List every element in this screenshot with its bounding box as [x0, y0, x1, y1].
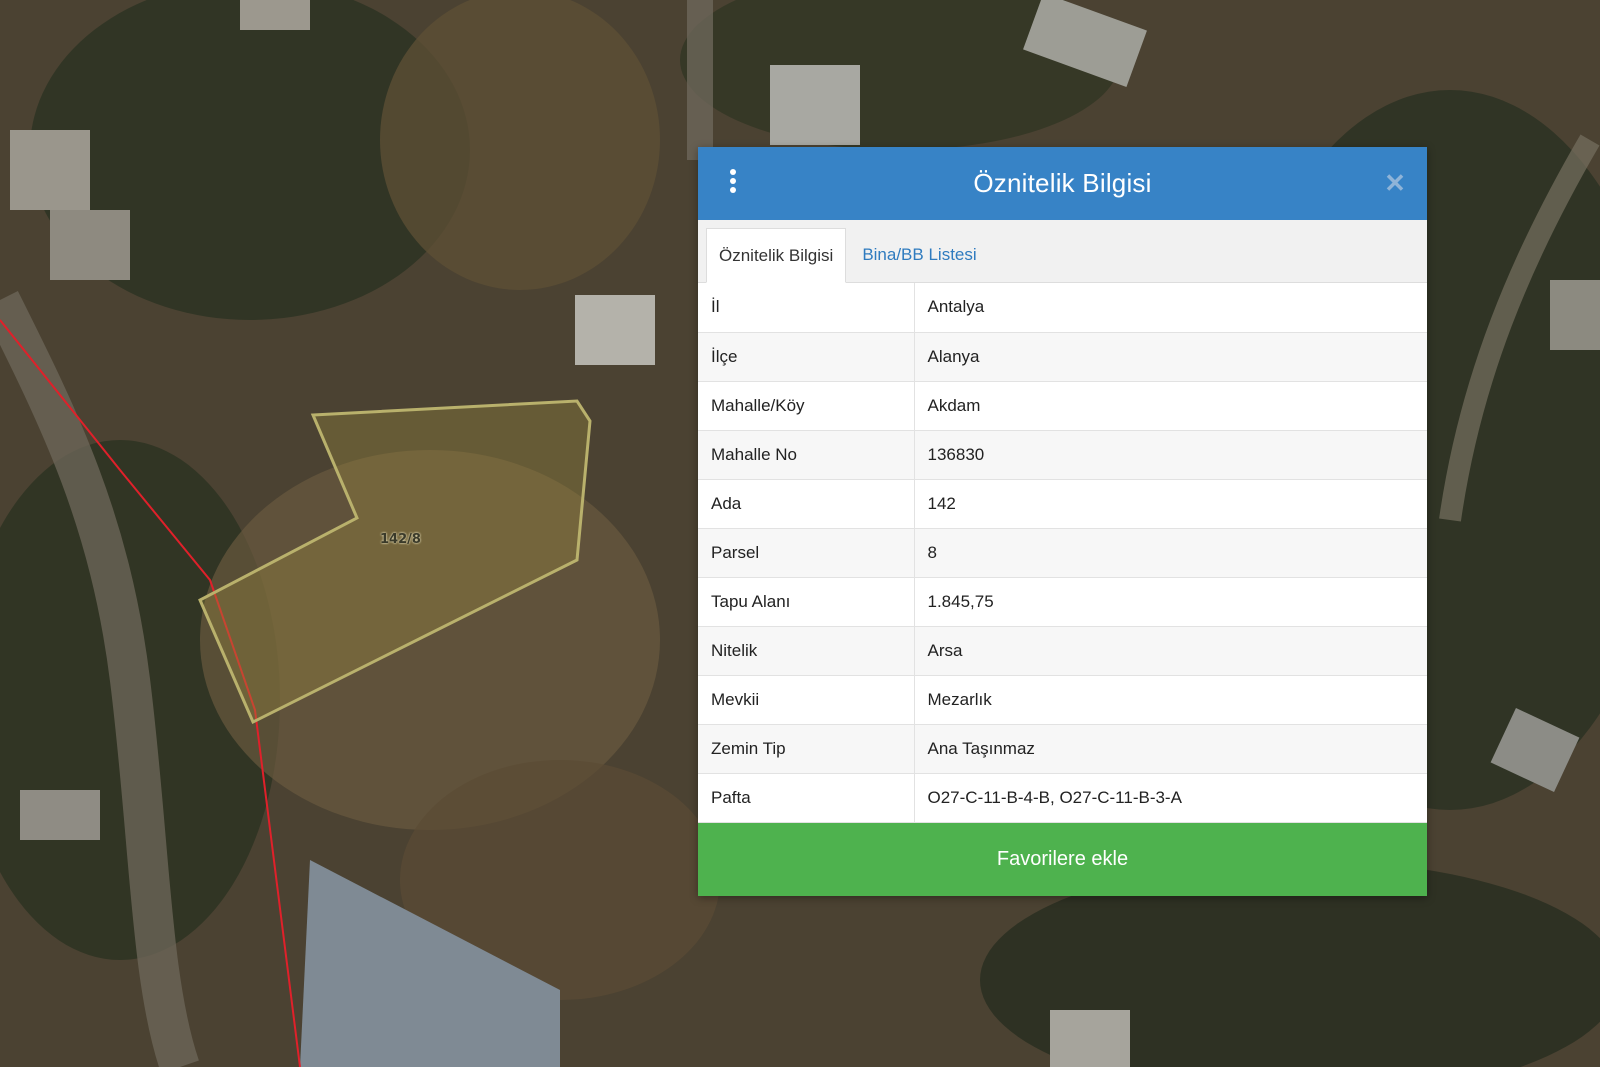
parcel-label: 142/8 — [380, 532, 421, 547]
attribute-info-panel: Öznitelik Bilgisi ✕ Öznitelik Bilgisi Bi… — [698, 147, 1427, 896]
row-key: Zemin Tip — [698, 724, 915, 774]
row-key: Pafta — [698, 773, 915, 823]
panel-title: Öznitelik Bilgisi — [973, 168, 1152, 198]
row-key: Nitelik — [698, 626, 915, 676]
row-key: İl — [698, 283, 915, 333]
row-value: Ana Taşınmaz — [914, 724, 1427, 774]
panel-header: Öznitelik Bilgisi ✕ — [698, 147, 1427, 220]
row-value: 142 — [914, 479, 1427, 529]
vertical-ellipsis-icon[interactable] — [728, 169, 738, 199]
attribute-table: İl Antalya İlçe Alanya Mahalle/Köy Akdam… — [698, 283, 1427, 823]
table-row: İlçe Alanya — [698, 332, 1427, 382]
table-row: Mahalle No 136830 — [698, 430, 1427, 480]
row-value: Alanya — [914, 332, 1427, 382]
table-row: Mevkii Mezarlık — [698, 675, 1427, 725]
row-value: Mezarlık — [914, 675, 1427, 725]
row-key: İlçe — [698, 332, 915, 382]
table-row: İl Antalya — [698, 283, 1427, 333]
row-value: 8 — [914, 528, 1427, 578]
row-value: 136830 — [914, 430, 1427, 480]
row-value: Antalya — [914, 283, 1427, 333]
row-value: Akdam — [914, 381, 1427, 431]
table-row: Nitelik Arsa — [698, 626, 1427, 676]
close-icon[interactable]: ✕ — [1381, 169, 1409, 197]
table-row: Tapu Alanı 1.845,75 — [698, 577, 1427, 627]
table-row: Pafta O27-C-11-B-4-B, O27-C-11-B-3-A — [698, 773, 1427, 823]
table-row: Zemin Tip Ana Taşınmaz — [698, 724, 1427, 774]
add-to-favorites-button[interactable]: Favorilere ekle — [698, 822, 1427, 896]
table-row: Ada 142 — [698, 479, 1427, 529]
row-value: Arsa — [914, 626, 1427, 676]
tab-bar: Öznitelik Bilgisi Bina/BB Listesi — [698, 220, 1427, 283]
table-row: Mahalle/Köy Akdam — [698, 381, 1427, 431]
row-value: 1.845,75 — [914, 577, 1427, 627]
tab-attribute-info[interactable]: Öznitelik Bilgisi — [706, 228, 847, 283]
row-key: Tapu Alanı — [698, 577, 915, 627]
tab-building-list[interactable]: Bina/BB Listesi — [850, 227, 988, 282]
row-key: Parsel — [698, 528, 915, 578]
row-key: Ada — [698, 479, 915, 529]
row-key: Mahalle No — [698, 430, 915, 480]
row-key: Mahalle/Köy — [698, 381, 915, 431]
table-row: Parsel 8 — [698, 528, 1427, 578]
row-value: O27-C-11-B-4-B, O27-C-11-B-3-A — [914, 773, 1427, 823]
row-key: Mevkii — [698, 675, 915, 725]
